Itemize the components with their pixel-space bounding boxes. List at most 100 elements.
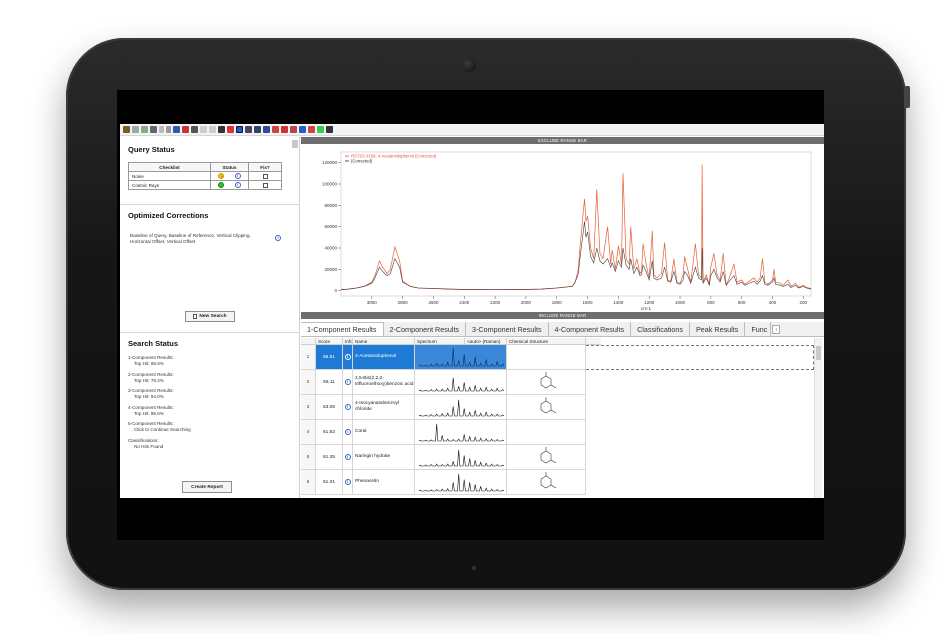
info-cell[interactable]: i [343, 370, 353, 394]
annotate-icon[interactable] [308, 126, 315, 133]
mic-dot [472, 566, 476, 570]
hand-icon[interactable] [191, 126, 198, 133]
open-icon[interactable] [123, 126, 130, 133]
tab-3-component[interactable]: 3-Component Results [466, 322, 549, 336]
tab-classifications[interactable]: Classifications [631, 322, 690, 336]
x-tick-label: 200 [800, 300, 808, 305]
left-scrollbar[interactable] [292, 140, 298, 148]
table-row[interactable]: 4 61.82 i Coral [301, 420, 586, 445]
include-range-bar[interactable]: INCLUDE RANGE BAR [301, 312, 824, 319]
table-row[interactable]: 2 66.11 i 2,5-Bis(2,2,2-trifluoroethoxy)ben… [301, 370, 586, 395]
bars-icon[interactable] [254, 126, 261, 133]
fix-checkbox[interactable] [262, 182, 268, 188]
zoom-icon[interactable] [173, 126, 180, 133]
status-item-3[interactable]: 3-Component Results: Top Hit: 84.0% [128, 388, 288, 400]
select-icon[interactable] [299, 126, 306, 133]
info-cell[interactable]: i [343, 445, 353, 469]
fix-header: Fix? [248, 162, 282, 172]
new-search-button[interactable]: New Search [185, 311, 235, 322]
overlay-icon[interactable] [236, 126, 243, 133]
status-value: Click to Continue Searching [134, 427, 191, 433]
info-icon[interactable]: i [344, 404, 351, 410]
exclude-range-bar[interactable]: EXCLUDE RANGE BAR [301, 137, 824, 144]
app-screen: Query Status Checklist Status Fix? Noise… [120, 124, 824, 498]
tab-peak-results[interactable]: Peak Results [690, 322, 746, 336]
status-value: Top Hit: 79.2% [134, 377, 164, 383]
spectrum-red-icon[interactable] [227, 126, 234, 133]
grid-scrollbar[interactable] [814, 338, 822, 498]
bond [550, 484, 557, 489]
fit-width-icon[interactable] [218, 126, 225, 133]
info-cell[interactable]: i [343, 345, 353, 369]
y-tick-label: 40000 [324, 246, 337, 251]
crosshair-icon[interactable] [166, 126, 171, 133]
export-icon[interactable] [326, 126, 333, 133]
checklist-row-cosmic-rays: Cosmic Rays i [128, 180, 282, 190]
row-index: 2 [301, 370, 316, 394]
optimized-corrections-title: Optimized Corrections [128, 211, 209, 220]
info-icon[interactable]: i [344, 479, 351, 485]
x-tick-label: 1800 [552, 300, 563, 305]
label-icon[interactable] [290, 126, 297, 133]
tab-func[interactable]: Func [745, 322, 772, 336]
info-icon[interactable]: i [344, 454, 351, 460]
tab-4-component[interactable]: 4-Component Results [549, 322, 632, 336]
x-tick-label: 400 [769, 300, 777, 305]
status-item-classifications[interactable]: Classifications: No Hits Found [128, 438, 288, 450]
marker-icon[interactable] [272, 126, 279, 133]
redo-icon[interactable] [209, 126, 216, 133]
paste-icon[interactable] [141, 126, 148, 133]
info-icon[interactable]: i [344, 354, 351, 360]
status-value: Top Hit: 68.6% [134, 361, 164, 366]
score-cell: 61.82 [316, 420, 343, 444]
raman-header[interactable]: <auto> (Raman) [465, 338, 507, 344]
status-item-1[interactable]: 1-Component Results: Top Hit: 68.6% [128, 355, 288, 367]
stack-icon[interactable] [245, 126, 252, 133]
tab-scroll-left-icon[interactable]: ‹ [772, 325, 781, 334]
info-cell[interactable]: i [343, 395, 353, 419]
table-row[interactable]: 3 63.06 i 4-Isocyanatobenzoyl chloride [301, 395, 586, 420]
info-icon[interactable]: i [234, 173, 241, 179]
tab-1-component[interactable]: 1-Component Results [301, 322, 384, 336]
y-tick-label: 100000 [322, 182, 338, 187]
info-icon[interactable]: i [275, 235, 281, 241]
fix-checkbox[interactable] [262, 173, 268, 179]
undo-icon[interactable] [200, 126, 207, 133]
peak-icon[interactable] [182, 126, 189, 133]
info-icon[interactable]: i [344, 429, 351, 435]
status-item-5[interactable]: 5-Component Results: Click to Continue Se… [128, 421, 288, 433]
chart-icon[interactable] [263, 126, 270, 133]
table-row[interactable]: 5 61.35 i Naringin hydrate [301, 445, 586, 470]
table-icon[interactable] [317, 126, 324, 133]
info-header[interactable]: Info [343, 338, 353, 344]
copy-icon[interactable] [132, 126, 139, 133]
info-cell[interactable]: i [343, 470, 353, 494]
new-search-label: New Search [199, 314, 227, 319]
spectrum-header[interactable]: Spectrum [415, 338, 465, 344]
benzene-ring [540, 375, 552, 389]
info-icon[interactable]: i [344, 379, 351, 385]
create-report-button[interactable]: Create Report [182, 481, 232, 493]
spectrum-thumbnail [415, 395, 507, 419]
print-icon[interactable] [150, 126, 157, 133]
table-row[interactable]: 1 68.61 i 4-Acetamidophenol [301, 345, 586, 370]
score-cell: 63.06 [316, 395, 343, 419]
score-header[interactable]: Score [316, 338, 343, 344]
row-index: 3 [301, 395, 316, 419]
spectrum-chart[interactable]: EXCLUDE RANGE BAR 0 20000 40000 60000 80000 1… [301, 137, 824, 319]
pointer-icon[interactable] [159, 126, 164, 133]
status-item-4[interactable]: 4-Component Results: Top Hit: 85.5% [128, 405, 288, 417]
status-header: Status [210, 162, 249, 172]
tab-2-component[interactable]: 2-Component Results [384, 322, 467, 336]
mini-spectrum-line [418, 377, 505, 392]
peaks-icon[interactable] [281, 126, 288, 133]
bond [550, 359, 557, 364]
table-row[interactable]: 6 61.01 i Phenacetin [301, 470, 586, 495]
info-cell[interactable]: i [343, 420, 353, 444]
spectrum-plot[interactable]: 0 20000 40000 60000 80000 100000 120000 3000 280… [301, 144, 824, 312]
scroll-thumb[interactable] [816, 346, 821, 360]
name-header[interactable]: Name [353, 338, 415, 344]
info-icon[interactable]: i [234, 182, 241, 188]
structure-header[interactable]: Chemical Structure [507, 338, 586, 344]
status-item-2[interactable]: 2-Component Results: Top Hit: 79.2% [128, 372, 288, 384]
